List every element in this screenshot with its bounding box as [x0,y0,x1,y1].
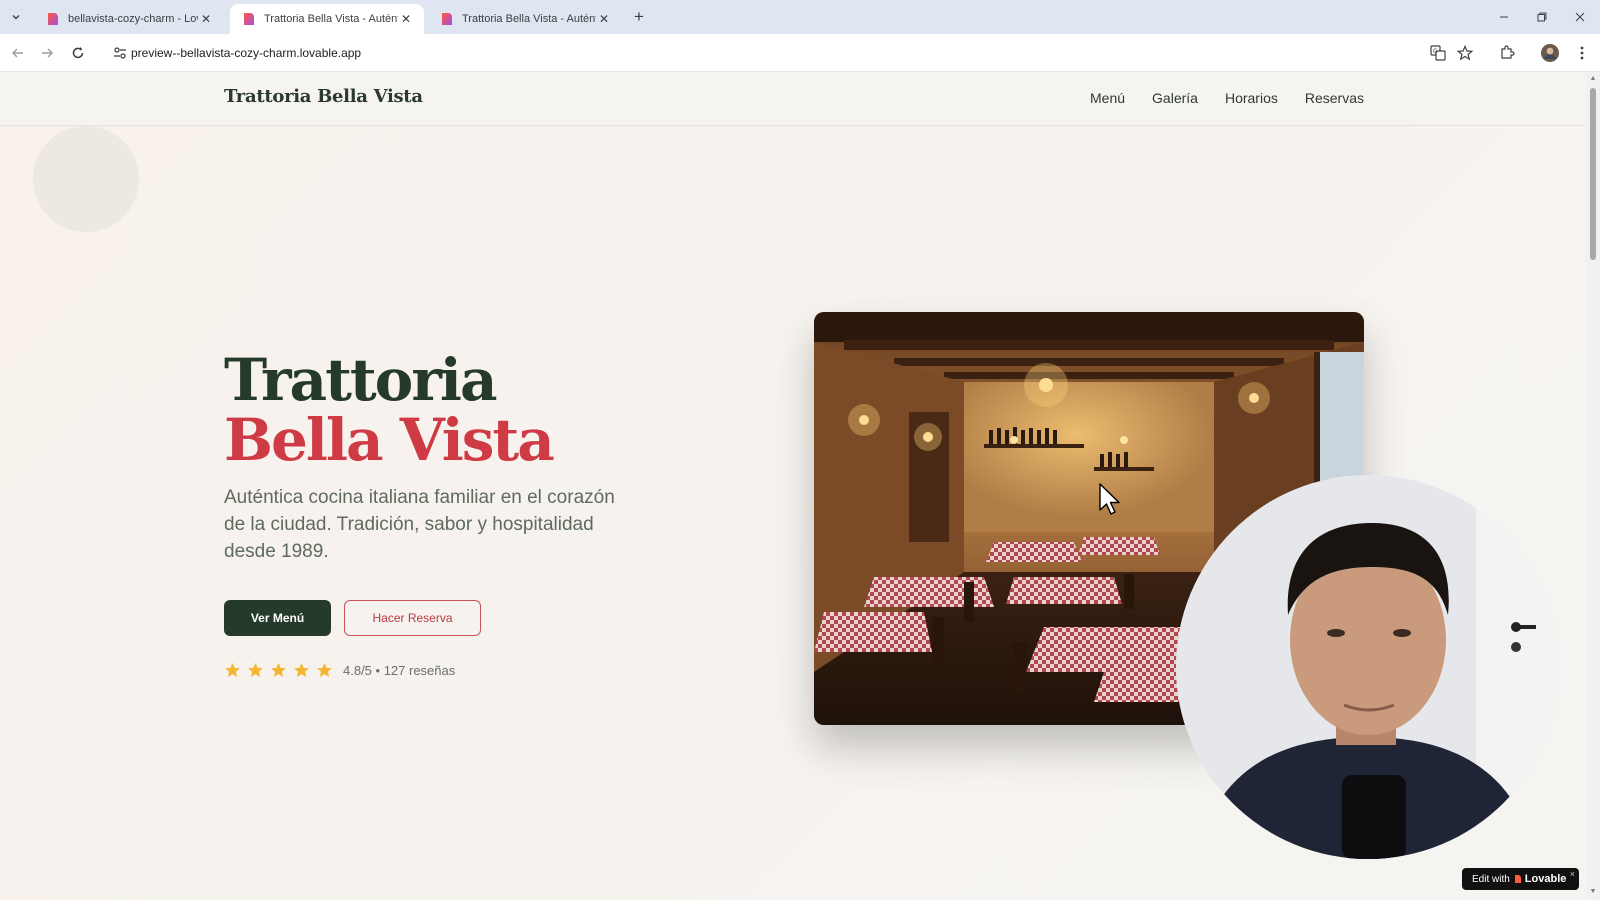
page-viewport: Trattoria Bella Vista Menú Galería Horar… [0,72,1586,900]
site-header: Trattoria Bella Vista Menú Galería Horar… [0,72,1586,126]
ver-menu-button[interactable]: Ver Menú [224,600,331,636]
scrollbar-thumb[interactable] [1590,88,1596,260]
minimize-window-icon[interactable] [1492,6,1516,28]
forward-arrow-icon[interactable] [37,43,57,63]
browser-tab-trattoria-active[interactable]: Trattoria Bella Vista - Auténtica ✕ [230,4,424,34]
close-tab-icon[interactable]: ✕ [398,11,414,27]
browser-menu-kebab-icon[interactable] [1572,43,1592,63]
scroll-down-arrow-icon[interactable]: ▼ [1589,888,1597,896]
presenter-webcam-overlay [1176,475,1560,859]
scroll-up-arrow-icon[interactable]: ▲ [1589,75,1597,83]
hacer-reserva-button[interactable]: Hacer Reserva [344,600,481,636]
rating-text: 4.8/5 • 127 reseñas [343,663,456,678]
hero-title: Trattoria Bella Vista [224,346,555,474]
hero-title-line2: Bella Vista [224,406,555,474]
edit-with-lovable-badge[interactable]: Edit with Lovable × [1462,868,1579,890]
back-arrow-icon[interactable] [8,43,28,63]
browser-tab-strip: bellavista-cozy-charm - Lovable ✕ Tratto… [0,0,1600,34]
decorative-circle [33,126,139,232]
star-icon [294,663,309,677]
site-settings-icon[interactable] [112,45,128,61]
tab-title: Trattoria Bella Vista - Auténtica [264,13,398,25]
rating-summary: 4.8/5 • 127 reseñas [224,662,455,679]
nav-link-menu[interactable]: Menú [1090,90,1125,106]
lovable-logo-icon [1514,875,1521,883]
bookmark-star-icon[interactable] [1455,43,1475,63]
close-tab-icon[interactable]: ✕ [198,11,214,27]
reload-icon[interactable] [68,43,88,63]
extensions-puzzle-icon[interactable] [1497,43,1517,63]
url-text: preview--bellavista-cozy-charm.lovable.a… [131,46,362,60]
star-icon [317,663,332,677]
hero-subtitle: Auténtica cocina italiana familiar en el… [224,487,615,562]
lovable-favicon-icon [244,13,254,25]
profile-avatar[interactable] [1540,43,1560,63]
nav-link-galeria[interactable]: Galería [1152,90,1198,106]
mouse-pointer-icon [1099,483,1120,515]
browser-tab-trattoria[interactable]: Trattoria Bella Vista - Auténtica ✕ [428,4,622,34]
badge-close-icon[interactable]: × [1570,869,1575,879]
close-window-icon[interactable] [1568,6,1592,28]
nav-link-horarios[interactable]: Horarios [1225,90,1278,106]
new-tab-button[interactable]: + [629,8,649,28]
translate-icon[interactable]: G [1428,43,1448,63]
address-bar[interactable]: preview--bellavista-cozy-charm.lovable.a… [104,38,1482,68]
badge-brand: Lovable [1524,873,1567,885]
site-nav: Menú Galería Horarios Reservas [1090,90,1364,106]
browser-tab-lovable-editor[interactable]: bellavista-cozy-charm - Lovable ✕ [34,4,224,34]
tab-search-chevron-icon[interactable] [6,7,26,27]
tab-title: bellavista-cozy-charm - Lovable [68,13,198,25]
page-scrollbar[interactable]: ▲ ▼ [1586,72,1600,900]
lovable-favicon-icon [48,13,58,25]
svg-text:G: G [1433,48,1438,55]
badge-prefix: Edit with [1472,873,1510,885]
star-icon [225,663,240,677]
close-tab-icon[interactable]: ✕ [596,11,612,27]
rating-stars [224,662,333,679]
star-icon [271,663,286,677]
site-brand-logo[interactable]: Trattoria Bella Vista [224,86,423,107]
hero-title-line1: Trattoria [224,346,498,414]
tab-title: Trattoria Bella Vista - Auténtica [462,13,596,25]
lovable-favicon-icon [442,13,452,25]
restore-window-icon[interactable] [1530,6,1554,28]
star-icon [248,663,263,677]
browser-toolbar: preview--bellavista-cozy-charm.lovable.a… [0,34,1600,72]
nav-link-reservas[interactable]: Reservas [1305,90,1364,106]
